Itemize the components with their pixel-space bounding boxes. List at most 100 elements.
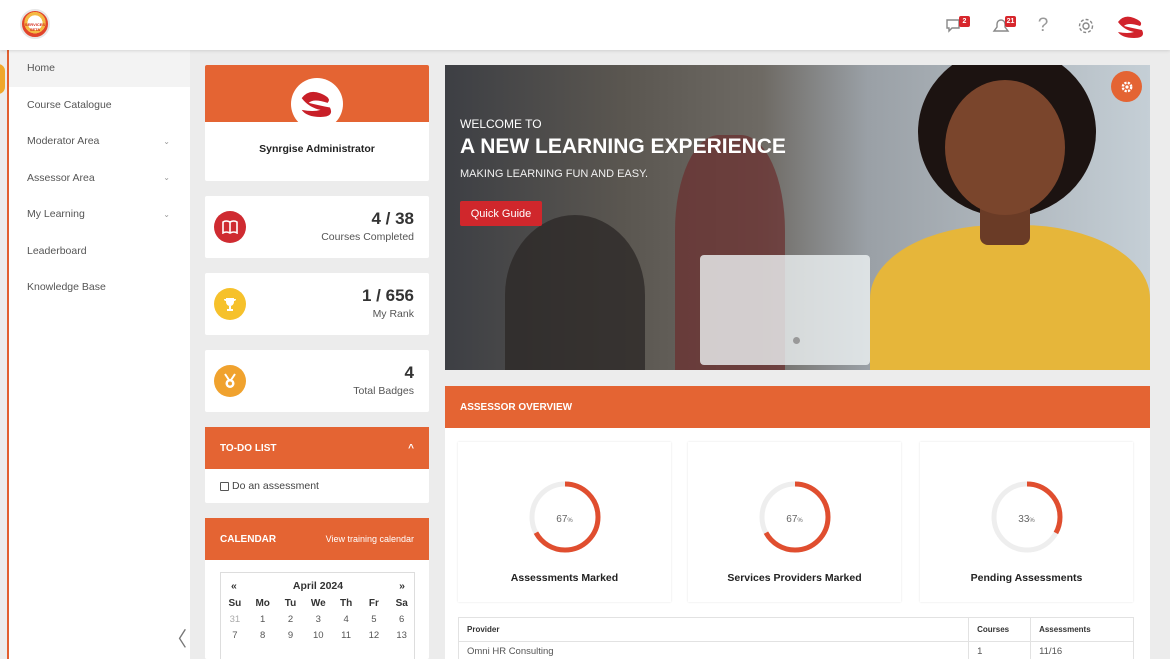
chevron-up-icon[interactable]: ^ xyxy=(408,443,414,454)
trophy-icon xyxy=(214,288,246,320)
table-row[interactable]: Omni HR Consulting 1 11/16 xyxy=(457,641,1134,659)
chevron-down-icon: ⌄ xyxy=(163,209,170,219)
quick-guide-button[interactable]: Quick Guide xyxy=(460,201,542,226)
stat-label: My Rank xyxy=(372,308,414,320)
book-icon xyxy=(214,211,246,243)
calendar-dow: Su xyxy=(228,598,242,609)
calendar-day[interactable]: 13 xyxy=(388,628,416,644)
sidebar-item-label: Course Catalogue xyxy=(27,98,112,111)
user-avatar[interactable] xyxy=(1114,14,1148,40)
sidebar-item-label: Home xyxy=(27,62,56,75)
todo-header[interactable]: TO-DO LIST ^ xyxy=(205,427,429,469)
stat-label: Total Badges xyxy=(353,385,414,397)
table-cell-courses: 1 xyxy=(968,641,1032,659)
calendar-widget: « April 2024 » Su Mo Tu We Th Fr Sa 31 1… xyxy=(220,572,415,659)
percent-value: 33 xyxy=(1018,514,1030,525)
hero-title: A NEW LEARNING EXPERIENCE xyxy=(460,135,786,158)
logo-text: SERVICES SETA xyxy=(24,22,46,32)
assessor-overview-header: ASSESSOR OVERVIEW xyxy=(445,386,1150,428)
sidebar-item-home[interactable]: Home xyxy=(9,50,190,87)
sidebar-item-my-learning[interactable]: My Learning ⌄ xyxy=(9,196,190,233)
calendar-day[interactable]: 10 xyxy=(304,628,332,644)
overview-card-pending-assessments: 33% Pending Assessments xyxy=(920,442,1133,602)
table-header-courses[interactable]: Courses xyxy=(968,617,1032,642)
table-cell-assessments: 11/16 xyxy=(1030,641,1134,659)
calendar-next-button[interactable]: » xyxy=(399,580,405,592)
brand-logo[interactable]: SERVICES SETA xyxy=(20,9,50,39)
calendar-day[interactable]: 11 xyxy=(332,628,360,644)
table-header-assessments[interactable]: Assessments xyxy=(1030,617,1134,642)
todo-item[interactable]: Do an assessment xyxy=(205,469,429,503)
sidebar-item-assessor-area[interactable]: Assessor Area ⌄ xyxy=(9,160,190,197)
user-avatar-logo xyxy=(1118,16,1143,38)
assessor-overview-title: ASSESSOR OVERVIEW xyxy=(460,401,573,413)
help-icon[interactable]: ? xyxy=(1030,15,1056,37)
progress-percent: 67% xyxy=(458,514,671,525)
top-bar: SERVICES SETA 2 21 ? xyxy=(0,0,1170,50)
todo-checkbox[interactable] xyxy=(220,481,229,491)
profile-avatar[interactable] xyxy=(291,78,343,130)
stat-card-courses: 4 / 38 Courses Completed xyxy=(205,196,429,258)
stat-card-rank: 1 / 656 My Rank xyxy=(205,273,429,335)
calendar-day[interactable]: 1 xyxy=(249,612,277,628)
sidebar-item-label: Moderator Area xyxy=(27,135,100,148)
overview-card-label: Pending Assessments xyxy=(970,572,1083,584)
calendar-day[interactable]: 8 xyxy=(249,628,277,644)
calendar-day[interactable]: 9 xyxy=(277,628,305,644)
progress-percent: 67% xyxy=(688,514,901,525)
percent-value: 67 xyxy=(556,514,568,525)
sidebar-item-moderator-area[interactable]: Moderator Area ⌄ xyxy=(9,123,190,160)
gear-icon[interactable] xyxy=(1111,71,1142,102)
assessor-overview: ASSESSOR OVERVIEW 67% Assessments Marked… xyxy=(445,386,1150,659)
badge-icon xyxy=(214,365,246,397)
table-header-provider[interactable]: Provider xyxy=(457,617,970,642)
calendar-dow: Sa xyxy=(395,598,408,609)
calendar-nav: « April 2024 » xyxy=(221,573,414,592)
sidebar-item-course-catalogue[interactable]: Course Catalogue xyxy=(9,87,190,124)
chat-badge: 2 xyxy=(959,16,970,27)
notification-icon[interactable]: 21 xyxy=(988,15,1016,37)
badge-icon-svg xyxy=(224,373,236,388)
chat-icon[interactable]: 2 xyxy=(942,15,970,37)
sidebar-item-leaderboard[interactable]: Leaderboard xyxy=(9,233,190,270)
profile-avatar-logo xyxy=(301,91,332,117)
percent-sign: % xyxy=(797,518,803,524)
overview-card-label: Assessments Marked xyxy=(510,572,619,584)
settings-icon-svg xyxy=(1078,18,1094,34)
calendar-title: CALENDAR xyxy=(220,533,277,545)
table-cell-provider: Omni HR Consulting xyxy=(457,641,970,659)
stat-value: 4 xyxy=(404,363,414,382)
sidebar-item-label: My Learning xyxy=(27,208,85,221)
calendar-dow: Mo xyxy=(255,598,270,609)
todo-item-label: Do an assessment xyxy=(232,480,319,492)
calendar-day[interactable]: 12 xyxy=(360,628,388,644)
calendar-day[interactable]: 3 xyxy=(304,612,332,628)
chevron-down-icon: ⌄ xyxy=(163,136,170,146)
calendar-day[interactable]: 6 xyxy=(388,612,416,628)
percent-value: 67 xyxy=(786,514,798,525)
view-training-calendar-link[interactable]: View training calendar xyxy=(326,534,414,544)
calendar-day[interactable]: 5 xyxy=(360,612,388,628)
overview-card-label: Services Providers Marked xyxy=(727,572,862,584)
sidebar-item-knowledge-base[interactable]: Knowledge Base xyxy=(9,269,190,306)
calendar-day[interactable]: 2 xyxy=(277,612,305,628)
calendar-header: CALENDAR View training calendar xyxy=(205,518,429,560)
calendar-day[interactable]: 7 xyxy=(221,628,249,644)
percent-sign: % xyxy=(567,518,573,524)
calendar-dow: We xyxy=(310,598,326,609)
profile-card: Synrgise Administrator xyxy=(205,65,429,181)
calendar-day[interactable]: 4 xyxy=(332,612,360,628)
sidebar-collapse-icon[interactable]: 〈 xyxy=(167,623,187,652)
profile-name: Synrgise Administrator xyxy=(259,143,375,155)
todo-title: TO-DO LIST xyxy=(220,442,277,454)
hero-eyebrow: WELCOME TO xyxy=(460,117,542,131)
calendar-day[interactable]: 31 xyxy=(221,612,249,628)
sidebar-item-label: Assessor Area xyxy=(27,171,95,184)
calendar-prev-button[interactable]: « xyxy=(231,580,237,592)
chevron-down-icon: ⌄ xyxy=(163,173,170,183)
carousel-dot[interactable] xyxy=(793,337,800,344)
calendar-month: April 2024 xyxy=(292,580,344,592)
settings-icon[interactable] xyxy=(1073,15,1099,37)
progress-percent: 33% xyxy=(920,514,1133,525)
trophy-icon-svg xyxy=(224,298,236,311)
